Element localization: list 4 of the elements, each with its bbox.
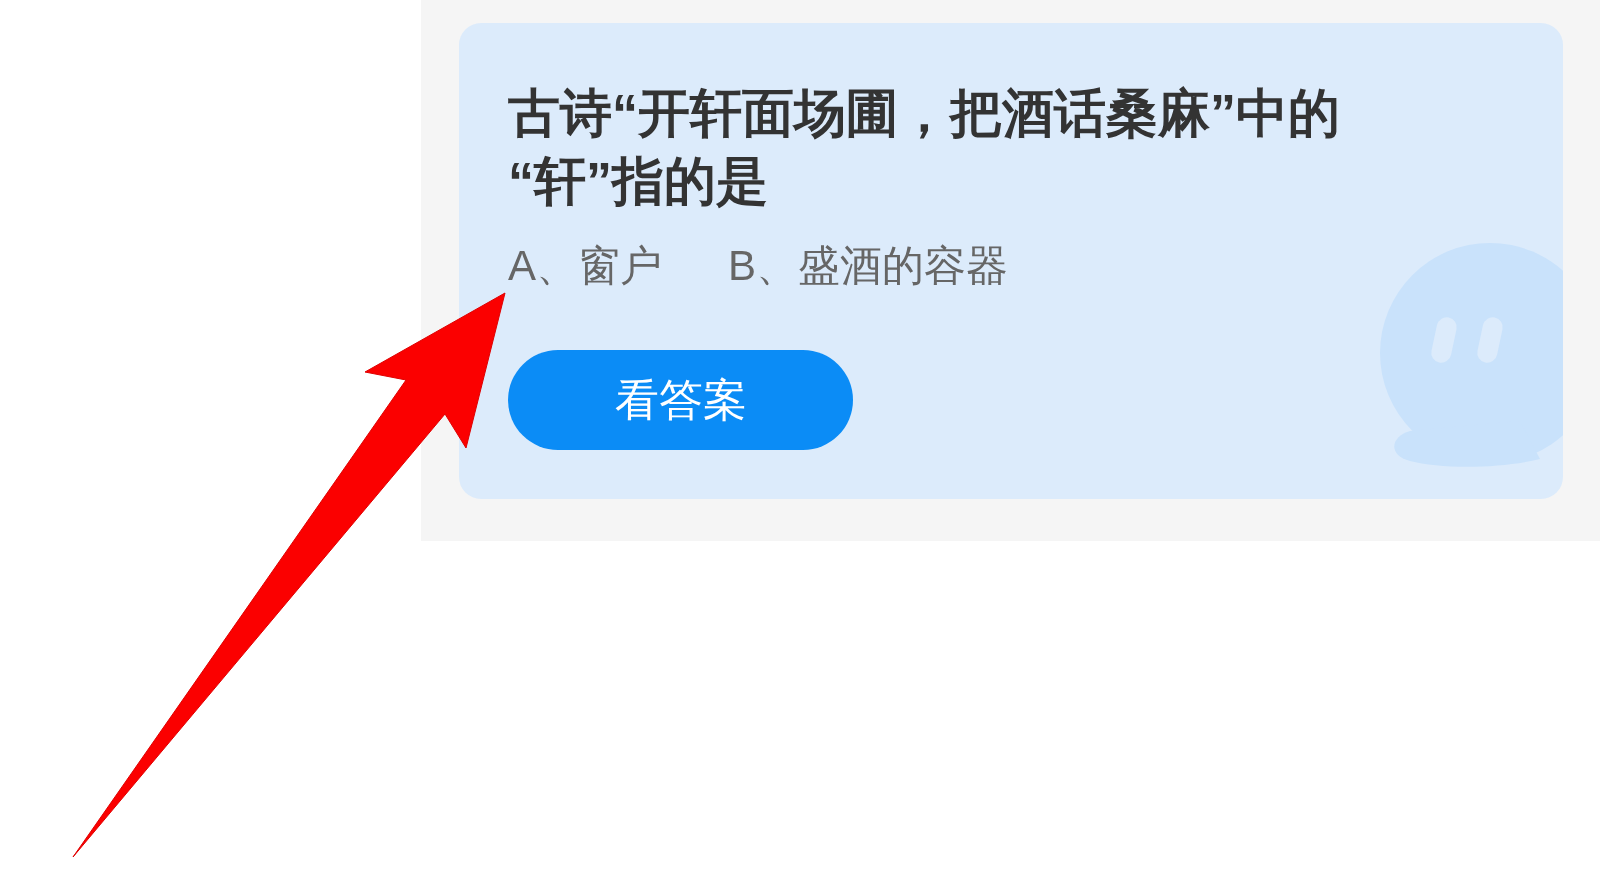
view-answer-button[interactable]: 看答案 — [508, 350, 853, 450]
question-text: 古诗“开轩面场圃，把酒话桑麻”中的“轩”指的是 — [508, 83, 1341, 212]
answer-option: B、盛酒的容器 — [728, 241, 1009, 291]
answer-option: A、窗户 — [508, 241, 662, 291]
